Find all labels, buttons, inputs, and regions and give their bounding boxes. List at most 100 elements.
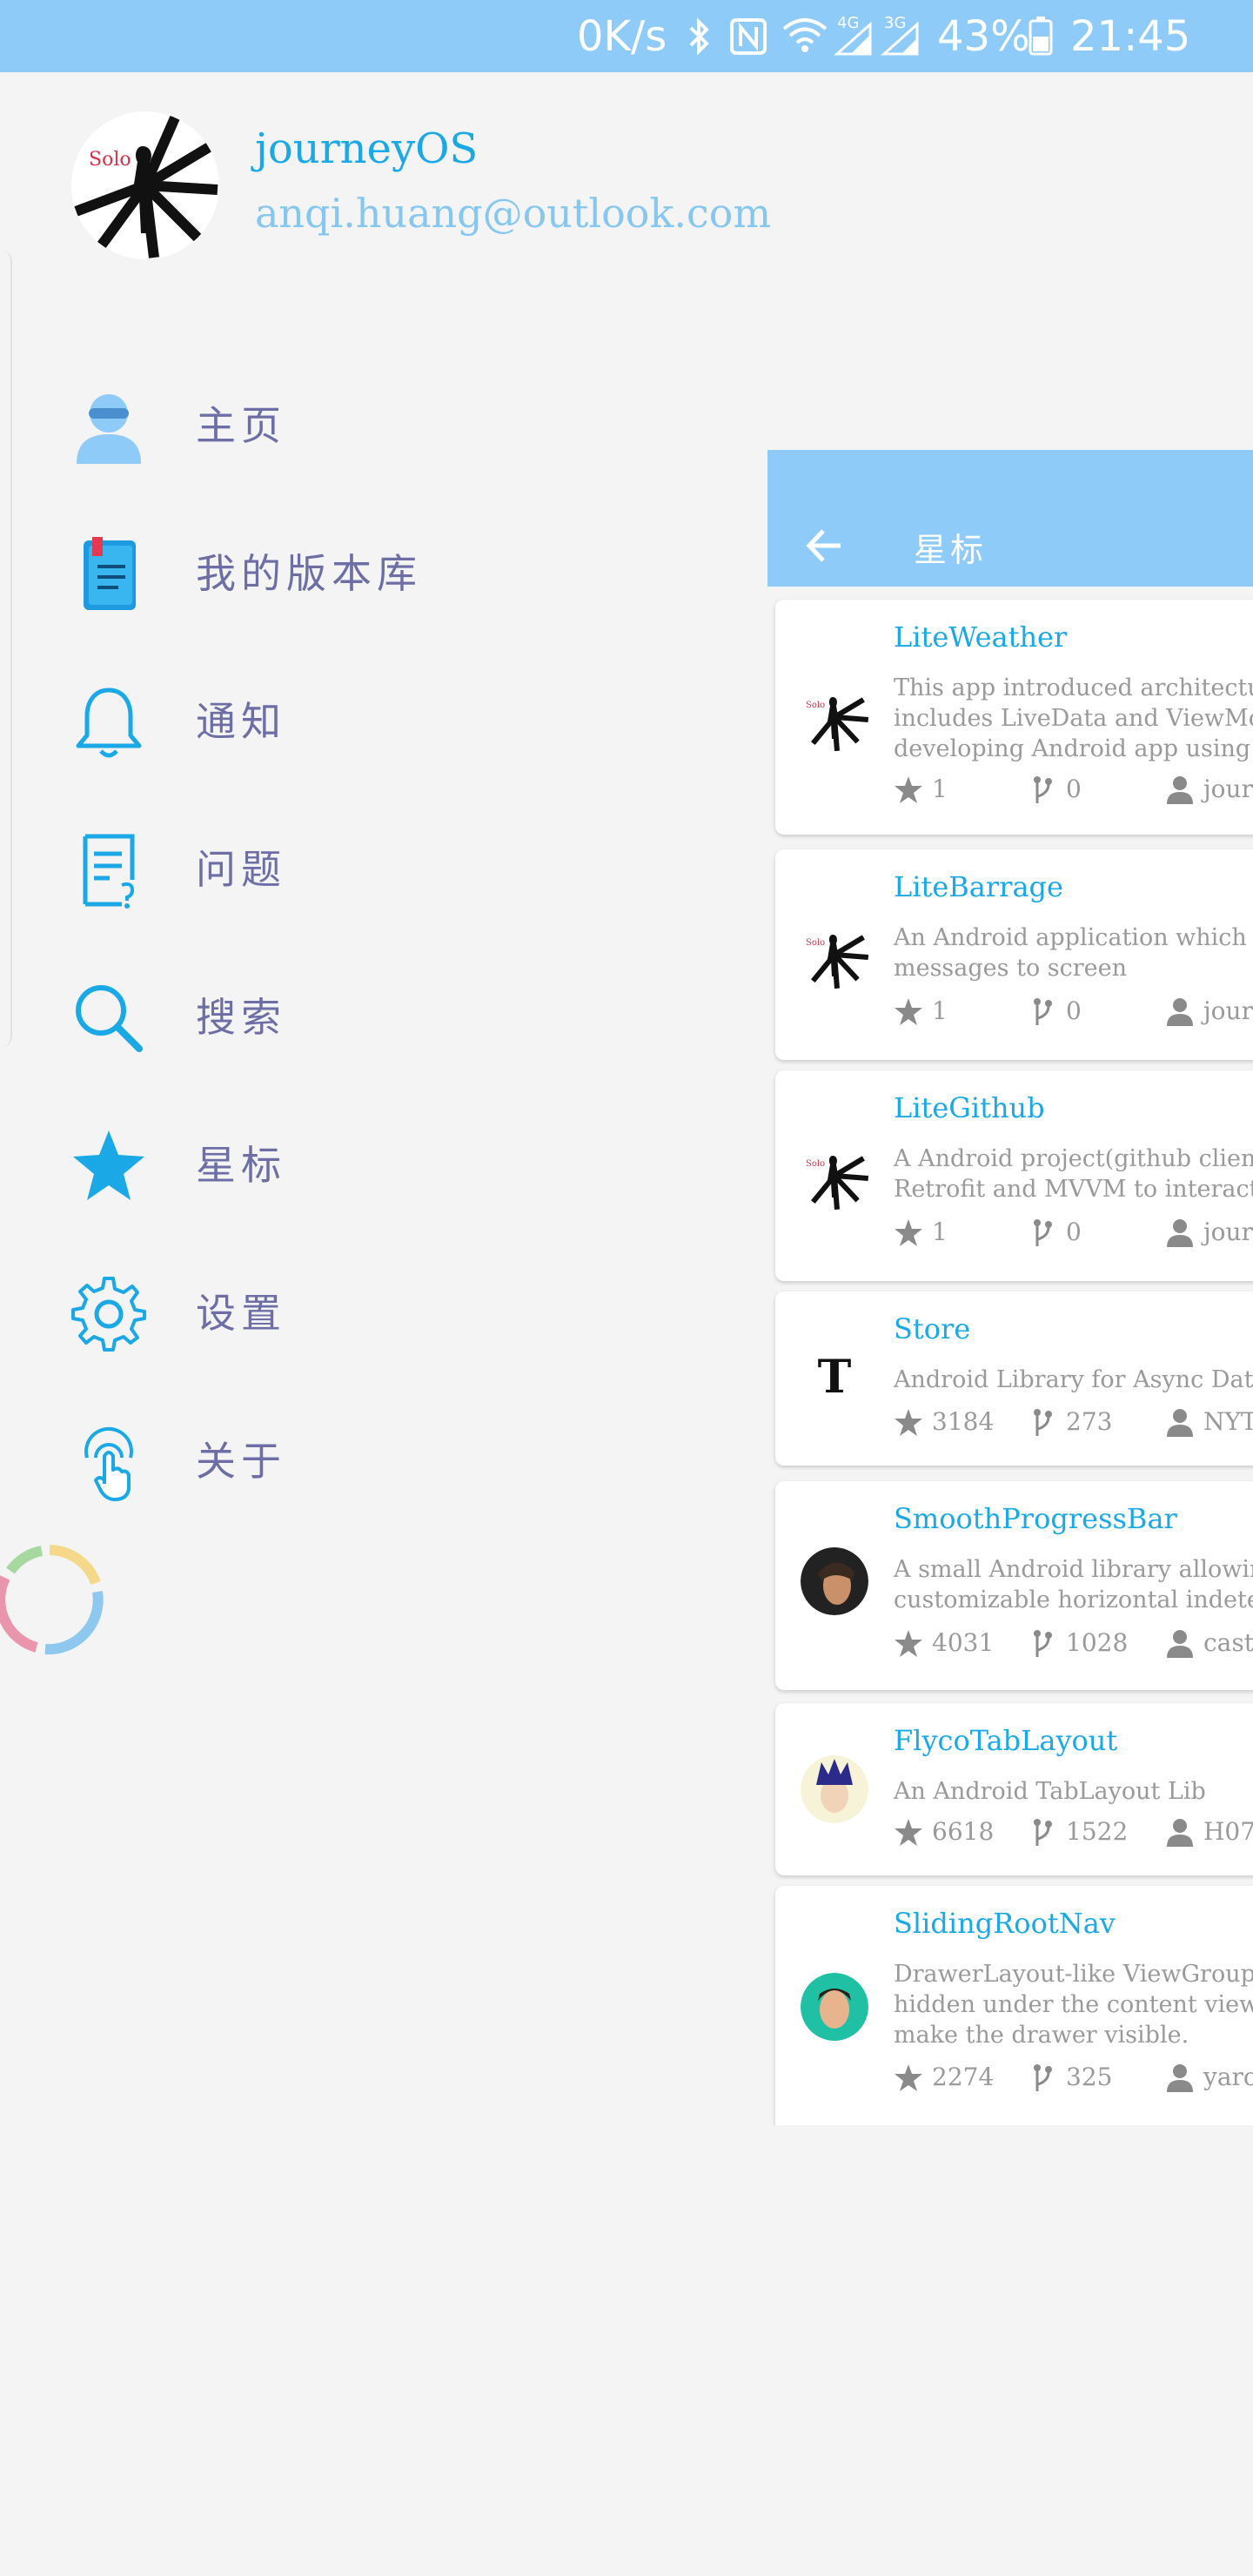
menu-item-settings[interactable]: 设置 (0, 1247, 748, 1369)
fork-icon (1034, 1630, 1052, 1657)
stars-count: 4031 (932, 1628, 995, 1657)
desc-line: A small Android library allowing (894, 1556, 1253, 1583)
repo-name[interactable]: LiteBarrage (894, 870, 1063, 903)
repo-name[interactable]: LiteWeather (894, 621, 1067, 654)
repo-description: A Android project(github client) Retrofi… (894, 1144, 1253, 1204)
menu-item-repositories[interactable]: 我的版本库 (0, 507, 748, 629)
forks-count: 1028 (1066, 1628, 1129, 1657)
stars-count: 2274 (932, 2063, 995, 2091)
menu-label: 星标 (196, 1142, 286, 1189)
bluetooth-icon (689, 17, 709, 56)
svg-text:Solo: Solo (806, 701, 825, 710)
stars-count: 1 (932, 1218, 948, 1246)
menu-label: 搜索 (196, 994, 286, 1041)
owner-name: H07 (1203, 1817, 1253, 1846)
owner-name: jour (1203, 775, 1253, 803)
menu-label: 通知 (196, 698, 286, 745)
user-name: journeyOS (255, 124, 479, 173)
desc-line: customizable horizontal indeterm (894, 1587, 1253, 1613)
search-icon (76, 985, 143, 1052)
repo-name[interactable]: FlycoTabLayout (894, 1724, 1117, 1757)
fork-icon (1034, 998, 1052, 1025)
repo-card[interactable]: Solo LiteGithub A Android project(github… (775, 1070, 1253, 1281)
menu-item-home[interactable]: 主页 (0, 359, 748, 481)
repo-description: A small Android library allowing customi… (894, 1554, 1253, 1615)
bell-icon (76, 688, 142, 758)
forks-count: 0 (1066, 1218, 1082, 1246)
desc-line: includes LiveData and ViewMode (894, 705, 1253, 732)
avatar-image: Solo (71, 111, 219, 259)
signal-icon (834, 21, 872, 56)
repo-owner-avatar (801, 1547, 868, 1615)
menu-item-starred[interactable]: 星标 (0, 1099, 748, 1221)
stars-count: 1 (932, 775, 948, 803)
person-icon (1167, 2064, 1193, 2092)
menu-label: 问题 (196, 846, 286, 893)
stars-count: 6618 (932, 1817, 995, 1846)
menu-item-search[interactable]: 搜索 (0, 951, 748, 1073)
star-icon (895, 1219, 922, 1246)
repo-stats: 6618 1522 H07 (894, 1815, 1253, 1849)
star-icon (895, 2064, 922, 2091)
repo-card[interactable]: Solo LiteWeather This app introduced arc… (775, 600, 1253, 835)
star-icon (895, 776, 922, 803)
desc-line: developing Android app using MV (894, 735, 1253, 762)
menu-label: 设置 (196, 1290, 286, 1337)
menu-item-notifications[interactable]: 通知 (0, 655, 748, 777)
navigation-drawer: Solo journeyOS anqi.huang@outlook.com 主页… (0, 72, 771, 2576)
touch-icon (84, 1426, 133, 1501)
repo-card[interactable]: Solo LiteBarrage An Android application … (775, 849, 1253, 1060)
desc-line: hidden under the content view, v (894, 1991, 1253, 2018)
menu-item-about[interactable]: 关于 (0, 1395, 748, 1517)
fork-icon (1034, 776, 1052, 803)
repo-name[interactable]: LiteGithub (894, 1091, 1045, 1124)
repo-name[interactable]: Store (894, 1312, 970, 1345)
repo-owner-avatar (801, 1755, 868, 1823)
repo-card[interactable]: FlycoTabLayout An Android TabLayout Lib … (775, 1703, 1253, 1875)
menu-label: 主页 (196, 402, 286, 449)
menu-label: 关于 (196, 1438, 286, 1485)
repo-card[interactable]: SlidingRootNav DrawerLayout-like ViewGro… (775, 1886, 1253, 2125)
owner-name: caste (1203, 1628, 1253, 1657)
fork-icon (1034, 1819, 1052, 1846)
repo-name[interactable]: SlidingRootNav (894, 1907, 1116, 1940)
fork-icon (1034, 1409, 1052, 1436)
svg-text:Solo: Solo (806, 1159, 825, 1169)
desc-line: messages to screen (894, 955, 1128, 982)
gear-icon (71, 1277, 146, 1352)
desc-line: Retrofit and MVVM to interact v (894, 1176, 1253, 1203)
desc-line: An Android application which allo (894, 924, 1253, 951)
person-icon (1167, 1219, 1193, 1247)
repo-name[interactable]: SmoothProgressBar (894, 1502, 1177, 1535)
repo-card[interactable]: SmoothProgressBar A small Android librar… (775, 1481, 1253, 1690)
star-icon (895, 1630, 922, 1657)
nfc-icon (730, 18, 767, 55)
user-avatar[interactable]: Solo (71, 111, 219, 259)
stars-count: 1 (932, 996, 948, 1025)
repo-stats: 2274 325 yaro (894, 2060, 1253, 2095)
repo-stats: 1 0 jour (894, 1215, 1253, 1250)
star-icon (895, 1819, 922, 1846)
desc-line: make the drawer visible. (894, 2022, 1189, 2049)
book-icon (84, 537, 136, 610)
person-icon (1167, 1409, 1193, 1437)
owner-name: NYT (1203, 1407, 1253, 1436)
svg-text:T: T (818, 1351, 852, 1404)
repo-card[interactable]: T Store Android Library for Async Data 3… (775, 1291, 1253, 1466)
repo-description: An Android TabLayout Lib (894, 1776, 1253, 1807)
menu-label: 我的版本库 (196, 550, 422, 597)
starred-panel: 星标 Solo LiteWeather This app introduced … (767, 450, 1253, 2125)
fork-icon (1034, 2064, 1052, 2091)
owner-name: jour (1203, 1218, 1253, 1246)
back-arrow-icon[interactable] (802, 524, 846, 567)
star-icon (895, 998, 922, 1025)
toolbar-title: 星标 (914, 531, 988, 569)
star-icon (73, 1130, 144, 1200)
menu-item-issues[interactable]: 问题 (0, 803, 748, 925)
desc-line: Android Library for Async Data (894, 1366, 1253, 1393)
battery-percent: 43% (937, 12, 1030, 61)
star-icon (895, 1409, 922, 1436)
person-icon (1167, 776, 1193, 804)
repo-stats: 1 0 jour (894, 994, 1253, 1029)
desc-line: DrawerLayout-like ViewGroup, v (894, 1961, 1253, 1988)
